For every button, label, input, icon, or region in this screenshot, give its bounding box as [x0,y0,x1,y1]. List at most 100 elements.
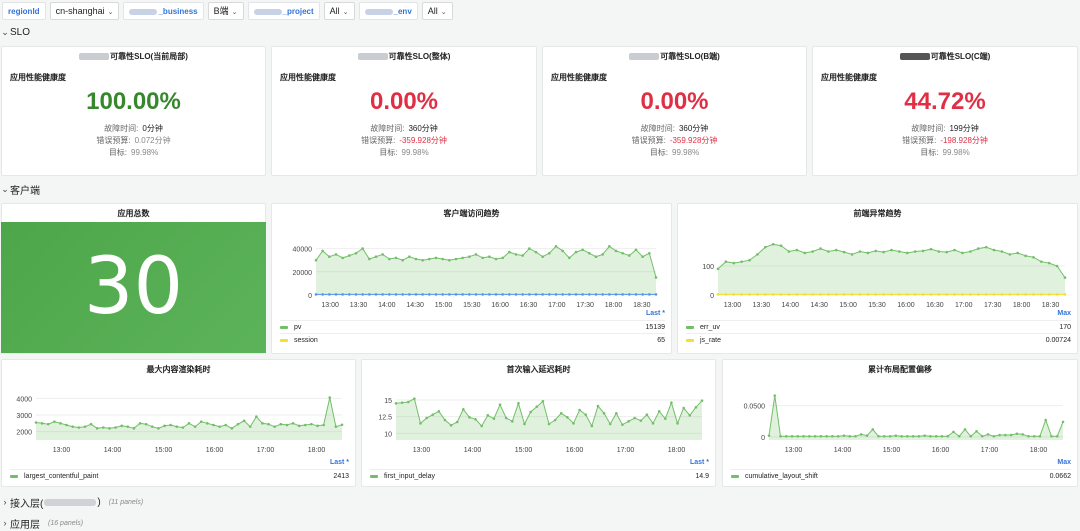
data-point [126,425,130,428]
data-point [756,253,759,256]
legend: largest_contentful_paint 2413 [10,469,349,482]
legend-item-lcp[interactable]: largest_contentful_paint 2413 [10,469,349,482]
legend-value: 65 [657,337,665,344]
legend-header[interactable]: Last * [646,310,665,317]
data-point [894,434,898,437]
data-point [175,425,179,428]
data-point [279,422,283,426]
x-tick-label: 14:30 [810,302,828,309]
target-label: 目标: [649,148,669,157]
legend-item-pv[interactable]: pv 15139 [280,320,665,333]
data-point [508,293,511,296]
data-point [787,250,791,253]
data-point [77,426,81,429]
row-app-layer[interactable]: › 应用层 (16 panels) [0,515,1080,531]
project-select[interactable]: All ⌄ [323,2,355,20]
data-point [53,420,56,423]
x-tick-label: 16:30 [520,302,538,309]
data-point [521,293,524,296]
data-point [314,293,318,296]
data-point [811,293,814,296]
data-point [534,250,538,254]
row-access-layer[interactable]: › 接入层() (11 panels) [0,494,1080,510]
panel-title: 可靠性SLO(B端) [543,51,806,62]
data-point [341,256,344,260]
business-select[interactable]: B端 ⌄ [207,2,244,20]
data-point [980,434,984,438]
x-tick-label: 13:30 [350,302,368,309]
data-point [408,255,411,259]
data-point [548,293,551,296]
legend-item-err-uv[interactable]: err_uv 170 [686,320,1071,333]
data-point [523,422,526,426]
chevron-down-icon: ⌄ [231,9,238,16]
legend-header[interactable]: Max [1057,310,1071,317]
x-tick-label: 15:00 [435,302,453,309]
data-point [866,293,870,296]
slo-value: 100.00% [86,88,181,115]
row-client[interactable]: ⌄ 客户端 [0,181,1080,197]
data-point [401,293,404,296]
data-point [368,293,371,296]
legend-name: session [294,337,318,344]
data-point [71,425,75,428]
data-point [795,293,799,296]
legend-value: 14.9 [695,473,709,480]
target-value: 99.98% [672,148,700,157]
regionid-select[interactable]: cn-shanghai ⌄ [49,2,120,20]
legend-item-js-rate[interactable]: js_rate 0.00724 [686,333,1071,346]
legend-item-cls[interactable]: cumulative_layout_shift 0.0662 [731,469,1071,482]
data-point [488,293,491,296]
legend-name: js_rate [700,337,722,344]
data-point [361,293,364,296]
data-point [836,434,840,438]
panel-count: (16 panels) [48,519,84,527]
data-point [474,293,478,296]
legend-header[interactable]: Last * [690,459,709,466]
env-select[interactable]: All ⌄ [421,2,453,20]
data-point [494,293,498,296]
data-point [969,293,972,296]
data-point [408,293,411,296]
data-point [740,293,743,296]
y-tick-label: 10 [384,431,392,438]
data-point [790,434,794,438]
target-value: 99.98% [131,148,159,157]
data-point [437,410,441,413]
fault-label: 故障时间: [911,124,946,133]
target-value: 99.98% [942,148,970,157]
data-point [1040,293,1043,296]
data-point [934,434,938,438]
chevron-down-icon: ⌄ [342,9,349,16]
budget-value: -359.928分钟 [669,136,718,145]
row-slo[interactable]: ⌄ SLO [0,24,1080,40]
data-point [921,249,925,253]
data-point [561,293,564,296]
data-point [150,425,154,428]
data-point [553,418,557,422]
x-tick-label: 13:00 [321,302,339,309]
data-point [842,250,846,254]
data-point [975,429,978,433]
legend: first_input_delay 14.9 [370,469,709,482]
data-point [645,413,649,416]
panel-title: 可靠性SLO(当前局部) [2,51,265,62]
legend-header[interactable]: Last * [330,459,349,466]
data-point [1032,434,1036,438]
legend-item-session[interactable]: session 65 [280,333,665,346]
legend-item-fid[interactable]: first_input_delay 14.9 [370,469,709,482]
y-tick-label: 100 [702,264,714,271]
data-point [724,293,728,296]
slo-value: 0.00% [369,88,439,115]
data-point [328,255,331,259]
data-point [834,293,838,296]
slo-budget-line: 错误预算: 0.072分钟 [2,135,265,146]
data-point [795,248,799,252]
legend-name: first_input_delay [384,473,435,480]
data-point [441,257,444,261]
data-point [354,251,358,255]
legend-header[interactable]: Max [1057,459,1071,466]
data-point [494,257,498,261]
redacted-text [129,8,158,15]
budget-label: 错误预算: [631,136,666,145]
